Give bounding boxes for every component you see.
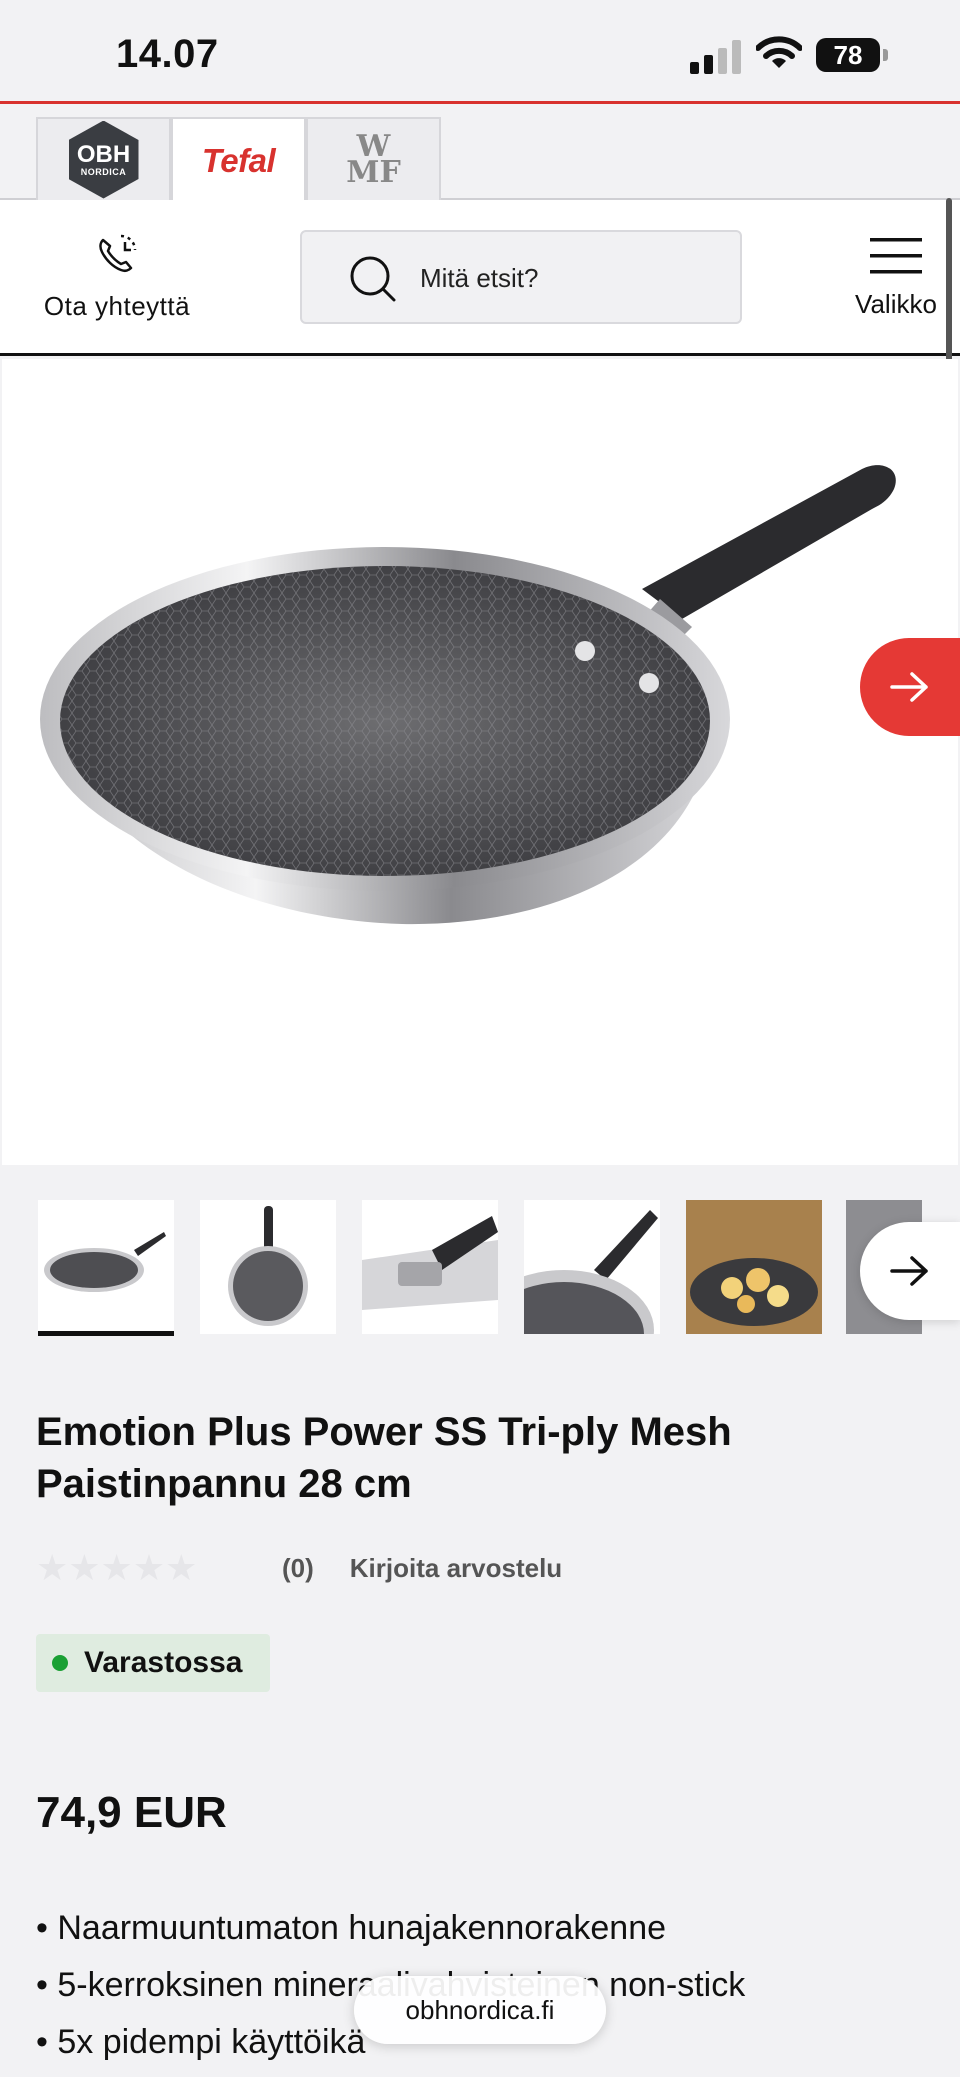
rating-count: (0) xyxy=(282,1552,314,1583)
stock-status-label: Varastossa xyxy=(84,1646,243,1679)
thumbnail-handle-closeup-image xyxy=(362,1216,498,1310)
brand-tabs: OBH NORDICA Tefal W MF xyxy=(0,107,960,289)
menu-label: Valikko xyxy=(855,289,937,319)
tab-brand-obh-nordica[interactable]: OBH NORDICA xyxy=(36,117,171,200)
hamburger-menu-icon xyxy=(870,238,922,274)
obh-nordica-logo: OBH NORDICA xyxy=(68,120,139,199)
arrow-right-icon xyxy=(890,1256,928,1286)
cellular-signal-icon xyxy=(690,40,742,74)
thumbnail-1[interactable] xyxy=(38,1200,174,1336)
thumbnail-mesh-closeup-image xyxy=(524,1210,658,1334)
status-time: 14.07 xyxy=(116,32,219,76)
next-image-button[interactable] xyxy=(860,638,960,736)
obh-logo-text: OBH xyxy=(76,140,131,168)
battery-icon: 78 xyxy=(816,38,888,72)
wmf-logo-mf: MF xyxy=(346,154,401,190)
feature-item: Naarmuuntumaton hunajakennorakenne xyxy=(36,1900,745,1957)
phone-clock-icon xyxy=(99,234,137,273)
search-box[interactable] xyxy=(300,230,742,324)
thumbnail-pan-side-image xyxy=(44,1232,166,1292)
tefal-logo: Tefal xyxy=(201,141,276,179)
contact-label: Ota yhteyttä xyxy=(43,291,191,321)
tab-brand-tefal[interactable]: Tefal xyxy=(171,117,306,202)
wmf-logo: W MF xyxy=(346,131,401,190)
tab-brand-wmf[interactable]: W MF xyxy=(306,117,441,200)
stock-status-badge: Varastossa xyxy=(36,1634,270,1692)
rating-row: ★★★★★ (0) Kirjoita arvostelu xyxy=(36,1547,562,1589)
contact-button[interactable]: Ota yhteyttä xyxy=(34,230,200,322)
thumbnail-4[interactable] xyxy=(524,1200,660,1334)
thumbnail-pan-top-image xyxy=(228,1206,308,1326)
thumbnail-2[interactable] xyxy=(200,1200,336,1334)
product-image-gallery[interactable] xyxy=(2,359,958,1165)
browser-address-pill[interactable]: obhnordica.fi xyxy=(354,1976,606,2044)
nordica-logo-text: NORDICA xyxy=(80,166,127,177)
site-header: Ota yhteyttä Valikko xyxy=(0,200,960,356)
arrow-right-icon xyxy=(890,672,928,702)
next-thumbnails-button[interactable] xyxy=(860,1222,960,1320)
in-stock-dot-icon xyxy=(52,1655,68,1671)
thumbnail-cooking-food-image xyxy=(686,1200,822,1334)
status-bar: 14.07 78 xyxy=(0,0,960,104)
product-price: 74,9 EUR xyxy=(36,1788,227,1837)
search-icon xyxy=(350,256,396,302)
product-image-frying-pan xyxy=(40,465,896,925)
thumbnail-3[interactable] xyxy=(362,1200,498,1334)
product-title: Emotion Plus Power SS Tri-ply Mesh Paist… xyxy=(36,1410,732,1506)
wifi-icon xyxy=(756,36,802,68)
search-input[interactable] xyxy=(420,256,720,300)
menu-button[interactable]: Valikko xyxy=(836,236,956,320)
write-review-link[interactable]: Kirjoita arvostelu xyxy=(350,1553,562,1584)
thumbnail-5[interactable] xyxy=(686,1200,822,1334)
thumbnail-strip xyxy=(0,1200,960,1340)
star-rating-icons[interactable]: ★★★★★ xyxy=(36,1547,246,1589)
